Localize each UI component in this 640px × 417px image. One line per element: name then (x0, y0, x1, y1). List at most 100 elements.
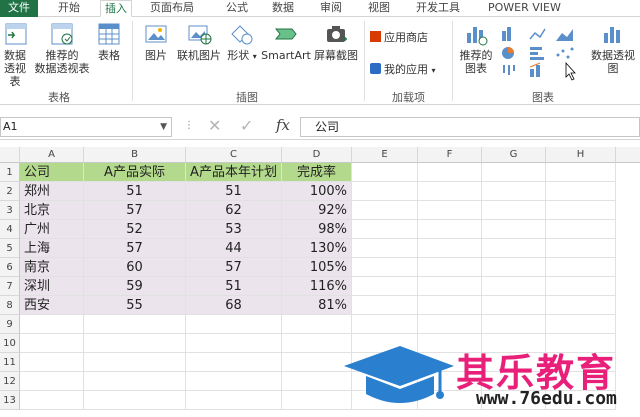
empty-cell[interactable] (546, 163, 616, 182)
row-header[interactable]: 3 (0, 201, 20, 220)
table-cell-actual[interactable]: 57 (84, 201, 186, 220)
row-header[interactable]: 5 (0, 239, 20, 258)
empty-cell[interactable] (186, 372, 282, 391)
stock-chart-icon[interactable] (503, 65, 515, 75)
empty-cell[interactable] (482, 239, 546, 258)
tab-file[interactable]: 文件 (0, 0, 38, 17)
empty-cell[interactable] (84, 353, 186, 372)
table-cell-actual[interactable]: 52 (84, 220, 186, 239)
empty-cell[interactable] (546, 258, 616, 277)
header-cell-completion-rate[interactable]: 完成率 (282, 163, 352, 182)
empty-cell[interactable] (418, 239, 482, 258)
app-store-button[interactable]: 应用商店 (370, 31, 440, 44)
empty-cell[interactable] (20, 391, 84, 410)
empty-cell[interactable] (418, 182, 482, 201)
empty-cell[interactable] (418, 201, 482, 220)
table-cell-company[interactable]: 西安 (20, 296, 84, 315)
recommended-pivot-button[interactable]: 推荐的 数据透视表 (32, 21, 92, 75)
row-header[interactable]: 12 (0, 372, 20, 391)
row-header[interactable]: 4 (0, 220, 20, 239)
empty-cell[interactable] (352, 258, 418, 277)
empty-cell[interactable] (482, 220, 546, 239)
empty-cell[interactable] (418, 220, 482, 239)
column-header[interactable]: H (546, 147, 616, 163)
row-header[interactable]: 10 (0, 334, 20, 353)
combo-chart-icon[interactable] (529, 62, 541, 77)
empty-cell[interactable] (418, 277, 482, 296)
tab-power-view[interactable]: POWER VIEW (488, 0, 561, 17)
empty-cell[interactable] (418, 258, 482, 277)
table-cell-completion-rate[interactable]: 100% (282, 182, 352, 201)
table-cell-plan[interactable]: 68 (186, 296, 282, 315)
column-header[interactable]: E (352, 147, 418, 163)
empty-cell[interactable] (352, 182, 418, 201)
name-box[interactable]: A1 ▼ (0, 117, 172, 137)
table-button[interactable]: 表格 (94, 21, 124, 62)
smartart-button[interactable]: SmartArt (260, 21, 312, 62)
row-header[interactable]: 1 (0, 163, 20, 182)
tab-home[interactable]: 开始 (58, 0, 80, 17)
table-cell-completion-rate[interactable]: 81% (282, 296, 352, 315)
row-header[interactable]: 7 (0, 277, 20, 296)
column-chart-icon[interactable] (502, 27, 511, 41)
table-cell-plan[interactable]: 44 (186, 239, 282, 258)
empty-cell[interactable] (482, 296, 546, 315)
empty-cell[interactable] (84, 372, 186, 391)
empty-cell[interactable] (186, 334, 282, 353)
table-cell-plan[interactable]: 51 (186, 277, 282, 296)
empty-cell[interactable] (282, 315, 352, 334)
column-header[interactable]: B (84, 147, 186, 163)
empty-cell[interactable] (352, 220, 418, 239)
column-header[interactable]: G (482, 147, 546, 163)
table-cell-plan[interactable]: 53 (186, 220, 282, 239)
table-cell-completion-rate[interactable]: 98% (282, 220, 352, 239)
row-header[interactable]: 2 (0, 182, 20, 201)
empty-cell[interactable] (20, 315, 84, 334)
table-cell-actual[interactable]: 60 (84, 258, 186, 277)
empty-cell[interactable] (20, 334, 84, 353)
row-header[interactable]: 9 (0, 315, 20, 334)
chevron-down-icon[interactable]: ▼ (160, 118, 167, 136)
row-header[interactable]: 6 (0, 258, 20, 277)
table-cell-company[interactable]: 上海 (20, 239, 84, 258)
empty-cell[interactable] (84, 315, 186, 334)
empty-cell[interactable] (546, 315, 616, 334)
empty-cell[interactable] (482, 201, 546, 220)
check-icon[interactable]: ✓ (240, 117, 253, 135)
line-chart-icon[interactable] (529, 28, 546, 40)
pivot-table-button[interactable]: 数据 透视表 (0, 21, 30, 88)
header-cell-plan[interactable]: A产品本年计划 (186, 163, 282, 182)
row-header[interactable]: 8 (0, 296, 20, 315)
table-cell-actual[interactable]: 57 (84, 239, 186, 258)
online-picture-button[interactable]: 联机图片 (174, 21, 224, 62)
empty-cell[interactable] (352, 201, 418, 220)
screenshot-button[interactable]: 屏幕截图 (312, 21, 360, 62)
header-cell-company[interactable]: 公司 (20, 163, 84, 182)
header-cell-actual[interactable]: A产品实际 (84, 163, 186, 182)
table-cell-company[interactable]: 郑州 (20, 182, 84, 201)
select-all-corner[interactable] (0, 147, 20, 163)
empty-cell[interactable] (352, 277, 418, 296)
empty-cell[interactable] (186, 353, 282, 372)
table-cell-company[interactable]: 深圳 (20, 277, 84, 296)
empty-cell[interactable] (546, 220, 616, 239)
table-cell-plan[interactable]: 57 (186, 258, 282, 277)
empty-cell[interactable] (352, 315, 418, 334)
table-cell-plan[interactable]: 51 (186, 182, 282, 201)
table-cell-company[interactable]: 南京 (20, 258, 84, 277)
empty-cell[interactable] (546, 277, 616, 296)
empty-cell[interactable] (482, 258, 546, 277)
row-header[interactable]: 11 (0, 353, 20, 372)
table-cell-actual[interactable]: 55 (84, 296, 186, 315)
cancel-icon[interactable]: ✕ (208, 117, 221, 135)
empty-cell[interactable] (20, 372, 84, 391)
table-cell-company[interactable]: 北京 (20, 201, 84, 220)
empty-cell[interactable] (546, 296, 616, 315)
empty-cell[interactable] (418, 296, 482, 315)
tab-formulas[interactable]: 公式 (226, 0, 248, 17)
table-cell-completion-rate[interactable]: 105% (282, 258, 352, 277)
tab-developer[interactable]: 开发工具 (416, 0, 460, 17)
empty-cell[interactable] (482, 315, 546, 334)
scatter-chart-icon[interactable] (556, 47, 574, 59)
shapes-button[interactable]: 形状 ▾ (226, 21, 258, 63)
